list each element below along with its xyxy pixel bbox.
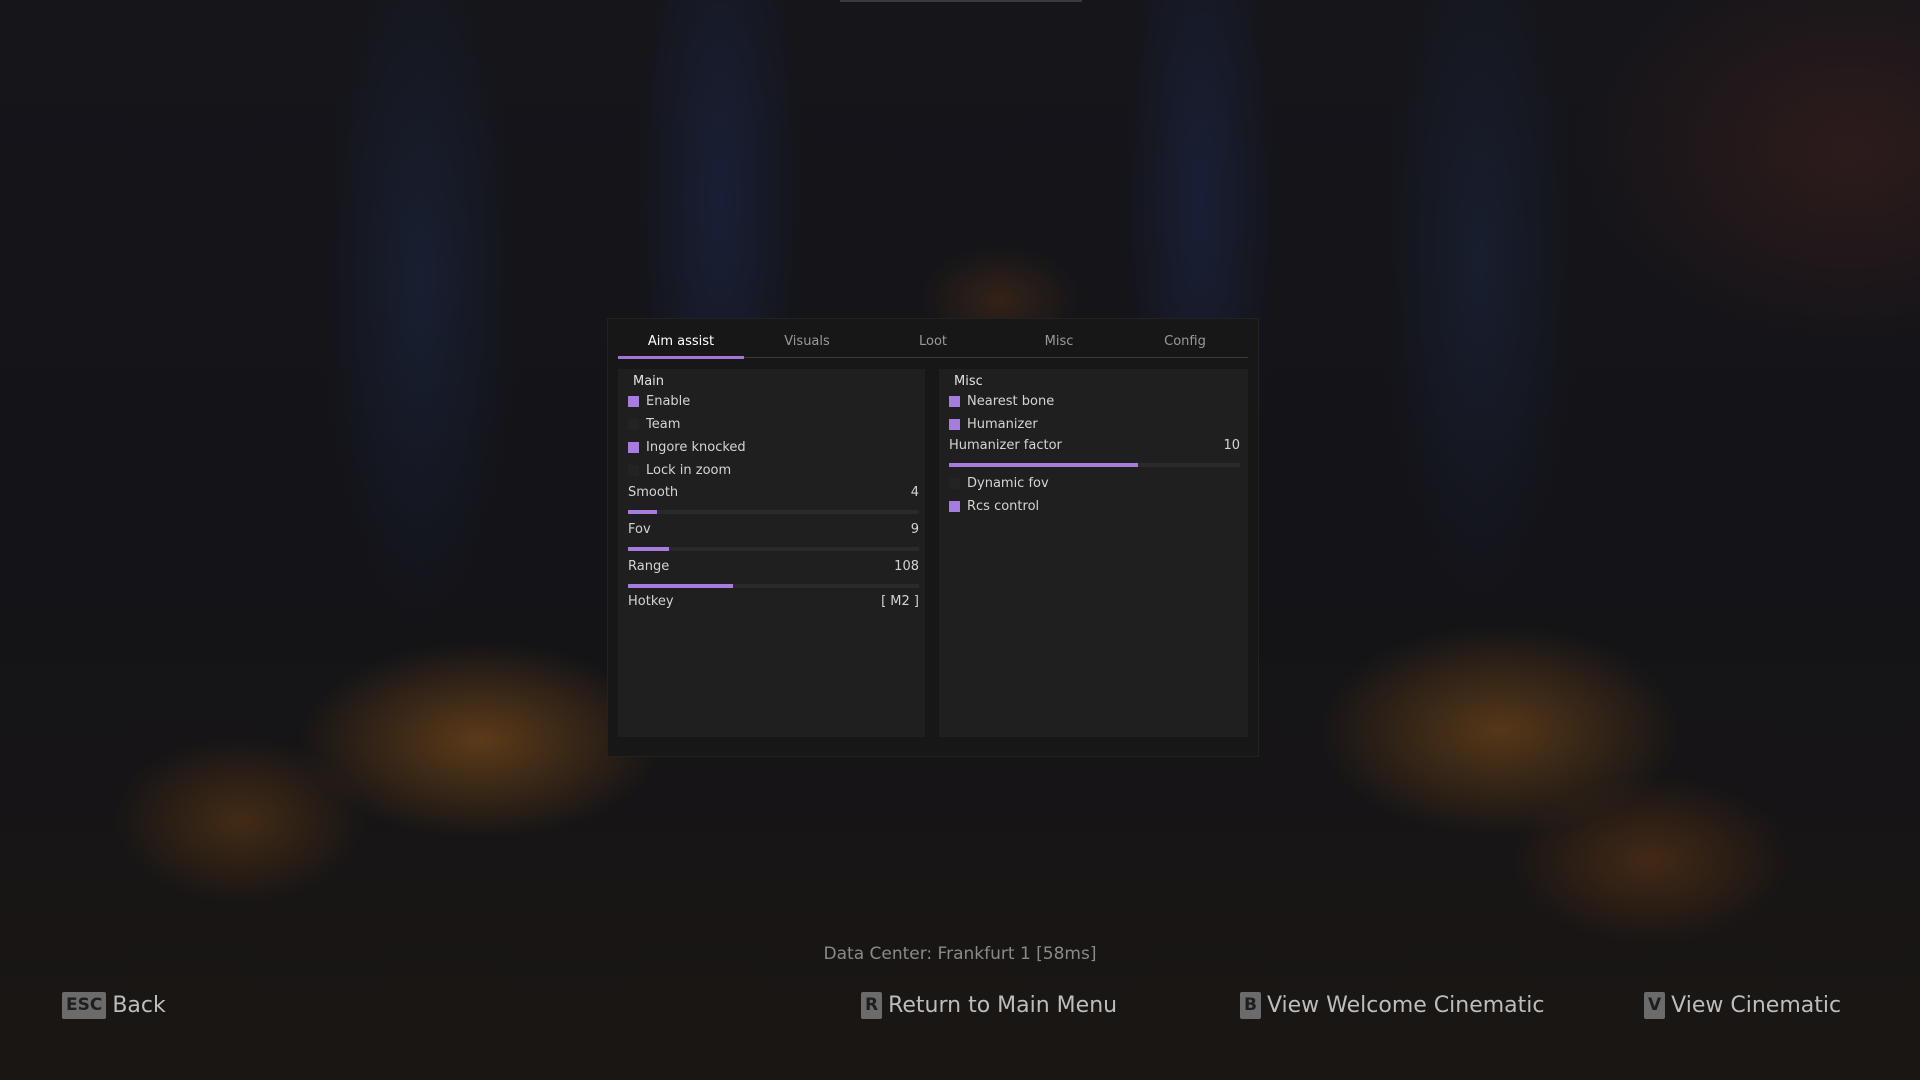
humanizer-factor-label: Humanizer factor — [949, 438, 1062, 453]
tab-visuals[interactable]: Visuals — [744, 327, 870, 357]
fov-label: Fov — [628, 522, 651, 537]
dynamic-fov-checkbox-box[interactable] — [949, 477, 960, 489]
esc-key-icon: ESC — [62, 992, 107, 1019]
rcs-control-checkbox[interactable]: Rcs control — [949, 496, 1039, 516]
smooth-slider: Smooth 4 — [628, 484, 919, 514]
view-cinematic-label: View Cinematic — [1671, 993, 1842, 1018]
humanizer-factor-track[interactable] — [949, 463, 1240, 467]
team-checkbox[interactable]: Team — [628, 414, 680, 434]
main-group: Main Enable Team Ingore knocked Lock in … — [618, 369, 925, 737]
cheat-menu-panel: Aim assist Visuals Loot Misc Config Main… — [607, 318, 1259, 757]
enable-label: Enable — [646, 393, 691, 409]
humanizer-factor-fill — [949, 463, 1139, 467]
smooth-label: Smooth — [628, 485, 679, 500]
misc-group: Misc Nearest bone Humanizer Humanizer fa… — [939, 369, 1248, 737]
tab-misc[interactable]: Misc — [996, 327, 1122, 357]
ignore-knocked-checkbox[interactable]: Ingore knocked — [628, 437, 746, 457]
range-label: Range — [628, 559, 670, 574]
rcs-control-label: Rcs control — [967, 498, 1040, 514]
smooth-fill — [628, 510, 658, 514]
range-track[interactable] — [628, 584, 919, 588]
dynamic-fov-label: Dynamic fov — [967, 475, 1049, 491]
top-divider — [840, 0, 1082, 2]
fov-value: 9 — [910, 522, 919, 537]
ignore-knocked-label: Ingore knocked — [646, 439, 746, 455]
humanizer-checkbox-box[interactable] — [949, 418, 960, 430]
ignore-knocked-checkbox-box[interactable] — [628, 441, 639, 453]
humanizer-label: Humanizer — [967, 416, 1038, 432]
humanizer-factor-slider: Humanizer factor 10 — [949, 437, 1240, 467]
hotkey-label: Hotkey — [628, 594, 674, 609]
r-key-icon: R — [861, 992, 883, 1019]
b-key-icon: B — [1240, 992, 1261, 1019]
tab-config[interactable]: Config — [1122, 327, 1248, 357]
nearest-bone-checkbox-box[interactable] — [949, 395, 960, 407]
view-welcome-cinematic-label: View Welcome Cinematic — [1266, 993, 1545, 1018]
team-checkbox-box[interactable] — [628, 418, 639, 430]
dynamic-fov-checkbox[interactable]: Dynamic fov — [949, 473, 1049, 493]
tab-bar: Aim assist Visuals Loot Misc Config — [618, 327, 1248, 359]
main-group-title: Main — [633, 374, 665, 389]
hotkey-button[interactable]: [ M2 ] — [881, 594, 919, 609]
smooth-value: 4 — [910, 485, 919, 500]
back-button[interactable]: ESC Back — [62, 992, 166, 1019]
enable-checkbox[interactable]: Enable — [628, 391, 690, 411]
return-to-main-menu-button[interactable]: R Return to Main Menu — [861, 992, 1117, 1019]
range-slider: Range 108 — [628, 558, 919, 588]
return-to-main-menu-label: Return to Main Menu — [888, 993, 1118, 1018]
fov-slider: Fov 9 — [628, 521, 919, 551]
nearest-bone-label: Nearest bone — [967, 393, 1055, 409]
team-label: Team — [646, 416, 681, 432]
fov-fill — [628, 547, 669, 551]
fov-track[interactable] — [628, 547, 919, 551]
enable-checkbox-box[interactable] — [628, 395, 639, 407]
tab-loot[interactable]: Loot — [870, 327, 996, 357]
range-fill — [628, 584, 733, 588]
lock-in-zoom-checkbox[interactable]: Lock in zoom — [628, 460, 731, 480]
range-value: 108 — [894, 559, 919, 574]
back-label: Back — [112, 993, 166, 1018]
view-cinematic-button[interactable]: V View Cinematic — [1644, 992, 1841, 1019]
rcs-control-checkbox-box[interactable] — [949, 500, 960, 512]
lock-in-zoom-checkbox-box[interactable] — [628, 464, 639, 476]
humanizer-checkbox[interactable]: Humanizer — [949, 414, 1038, 434]
tab-aim-assist[interactable]: Aim assist — [618, 327, 744, 359]
datacenter-status: Data Center: Frankfurt 1 [58ms] — [823, 944, 1097, 964]
smooth-track[interactable] — [628, 510, 919, 514]
lock-in-zoom-label: Lock in zoom — [646, 462, 732, 478]
nearest-bone-checkbox[interactable]: Nearest bone — [949, 391, 1054, 411]
v-key-icon: V — [1644, 992, 1666, 1019]
hotkey-row: Hotkey [ M2 ] — [628, 594, 919, 609]
view-welcome-cinematic-button[interactable]: B View Welcome Cinematic — [1240, 992, 1545, 1019]
humanizer-factor-value: 10 — [1223, 438, 1240, 453]
misc-group-title: Misc — [954, 374, 983, 389]
